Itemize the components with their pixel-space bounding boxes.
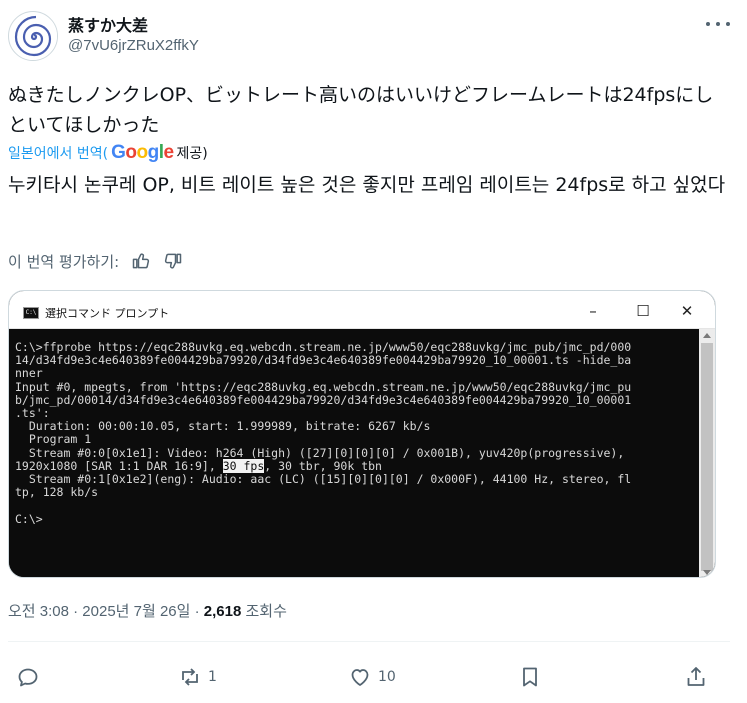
google-logo: Google bbox=[111, 142, 174, 163]
media-image[interactable]: C:\ 選択コマンド プロンプト – ☐ ✕ C:\>ffprobe https… bbox=[8, 290, 716, 578]
reply-button[interactable] bbox=[16, 660, 46, 694]
repost-button[interactable]: 1 bbox=[178, 660, 217, 694]
translated-from-label: 일본어에서 번역( bbox=[8, 146, 109, 162]
console-line: b/jmc_pd/00014/d34fd9e3c4e640389fe004429… bbox=[15, 392, 632, 407]
maximize-icon: ☐ bbox=[636, 302, 650, 320]
views-label: 조회수 bbox=[241, 603, 287, 620]
spiral-avatar-icon bbox=[10, 13, 57, 60]
thumbs-down-icon[interactable] bbox=[163, 251, 183, 271]
bookmark-icon bbox=[523, 667, 537, 687]
repost-icon bbox=[182, 668, 198, 686]
provided-by-label: 제공) bbox=[176, 146, 208, 162]
rate-translation-label: 이 번역 평가하기: bbox=[8, 252, 120, 271]
window-titlebar: C:\ 選択コマンド プロンプト – ☐ ✕ bbox=[9, 291, 715, 329]
console-line: 14/d34fd9e3c4e640389fe004429ba79920/d34f… bbox=[15, 353, 632, 368]
minimize-icon: – bbox=[589, 302, 597, 320]
fps-highlight: 30 fps bbox=[222, 458, 265, 473]
action-bar: 1 10 bbox=[8, 660, 730, 694]
translated-text: 누키타시 논쿠레 OP, 비트 레이트 높은 것은 좋지만 프레임 레이트는 2… bbox=[8, 174, 726, 196]
console-output: C:\>ffprobe https://eqc288uvkg.eq.webcdn… bbox=[9, 329, 701, 577]
like-button[interactable]: 10 bbox=[348, 660, 396, 694]
reply-icon bbox=[18, 668, 38, 687]
scroll-up-icon bbox=[703, 333, 711, 338]
tbr-text: , 30 tbr, 90k tbn bbox=[264, 458, 382, 473]
console-line: Input #0, mpegts, from 'https://eqc288uv… bbox=[15, 379, 632, 394]
translated-by-link[interactable]: 일본어에서 번역( Google 제공) bbox=[8, 142, 208, 164]
scroll-thumb bbox=[701, 343, 713, 571]
console-line: nner bbox=[15, 366, 43, 381]
rate-translation-row: 이 번역 평가하기: bbox=[8, 248, 183, 274]
bookmark-button[interactable] bbox=[518, 660, 542, 694]
console-scrollbar bbox=[699, 329, 715, 577]
tweet-text: ぬきたしノンクレOP、ビットレート高いのはいいけどフレームレートは24fpsにし… bbox=[8, 84, 714, 136]
window-title: 選択コマンド プロンプト bbox=[45, 307, 170, 320]
repost-count: 1 bbox=[208, 669, 217, 685]
console-line: Duration: 00:00:10.05, start: 1.999989, … bbox=[15, 419, 431, 434]
tweet-meta: 오전 3:08 · 2025년 7월 26일 · 2,618 조회수 bbox=[8, 600, 287, 621]
close-icon: ✕ bbox=[680, 302, 694, 320]
share-button[interactable] bbox=[684, 660, 708, 694]
display-name[interactable]: 蒸すか大差 bbox=[68, 12, 148, 36]
share-icon bbox=[687, 667, 705, 686]
console-line: tp, 128 kb/s bbox=[15, 485, 99, 500]
scroll-down-icon bbox=[703, 570, 711, 575]
thumbs-up-icon[interactable] bbox=[131, 251, 151, 271]
console-line: Stream #0:1[0x1e2](eng): Audio: aac (LC)… bbox=[15, 472, 632, 487]
divider bbox=[8, 641, 730, 642]
console-line: Program 1 bbox=[15, 432, 92, 447]
timestamp[interactable]: 오전 3:08 · 2025년 7월 26일 · bbox=[8, 603, 204, 620]
views-count: 2,618 bbox=[203, 603, 242, 620]
like-count: 10 bbox=[378, 669, 396, 685]
heart-icon bbox=[351, 669, 369, 686]
command-prompt-icon: C:\ bbox=[23, 307, 39, 319]
more-options-icon[interactable] bbox=[704, 14, 732, 34]
tweet-header: 蒸すか大差 @7vU6jrZRuX2ffkY bbox=[8, 8, 738, 66]
user-handle[interactable]: @7vU6jrZRuX2ffkY bbox=[68, 37, 199, 54]
resolution-text: 1920x1080 [SAR 1:1 DAR 16:9], bbox=[15, 458, 223, 473]
console-line: C:\> bbox=[15, 511, 43, 526]
avatar[interactable] bbox=[8, 11, 58, 61]
